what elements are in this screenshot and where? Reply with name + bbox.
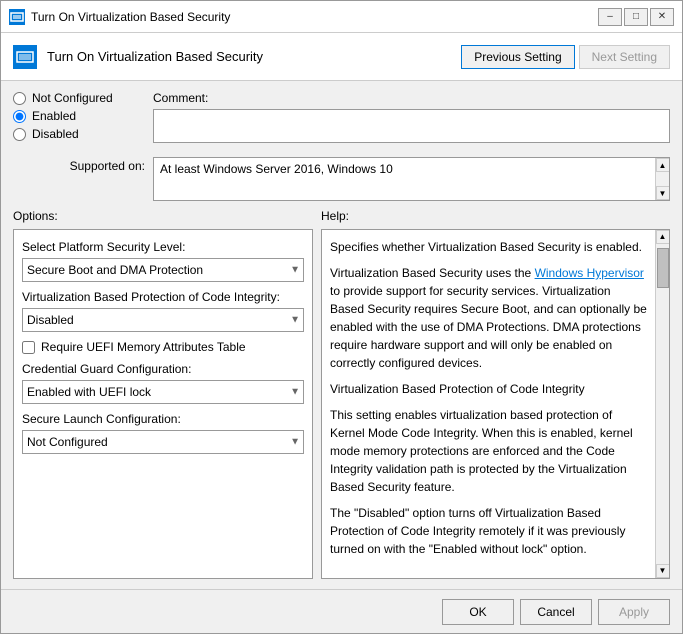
- help-para-2: Virtualization Based Security uses the W…: [330, 264, 647, 372]
- supported-on-value: At least Windows Server 2016, Windows 10: [160, 162, 663, 176]
- radio-enabled[interactable]: Enabled: [13, 109, 153, 123]
- two-column-section: Options: Select Platform Security Level:…: [13, 209, 670, 579]
- vbs-dropdown-container: Disabled Enabled without lock Enabled wi…: [22, 308, 304, 332]
- help-para-4: This setting enables virtualization base…: [330, 406, 647, 496]
- window-controls: – □ ✕: [598, 8, 674, 26]
- header-icon: [13, 45, 37, 69]
- help-para-1: Specifies whether Virtualization Based S…: [330, 238, 647, 256]
- hypervisor-link: Windows Hypervisor: [535, 266, 644, 280]
- help-para-6: The "Enabled with UEFI lock" option ensu…: [330, 566, 647, 570]
- credential-group: Credential Guard Configuration: Enabled …: [22, 362, 304, 404]
- comment-section: Comment:: [153, 91, 670, 143]
- help-text: Specifies whether Virtualization Based S…: [330, 238, 661, 570]
- options-panel: Options: Select Platform Security Level:…: [13, 209, 313, 579]
- platform-dropdown[interactable]: Secure Boot and DMA Protection Secure Bo…: [22, 258, 304, 282]
- secure-launch-dropdown-container: Not Configured Enabled Disabled ▼: [22, 430, 304, 454]
- nav-buttons: Previous Setting Next Setting: [461, 45, 670, 69]
- uefi-checkbox-label: Require UEFI Memory Attributes Table: [41, 340, 246, 354]
- previous-setting-button[interactable]: Previous Setting: [461, 45, 574, 69]
- help-scroll-thumb[interactable]: [657, 248, 669, 288]
- help-box: Specifies whether Virtualization Based S…: [321, 229, 670, 579]
- header-title: Turn On Virtualization Based Security: [47, 49, 461, 64]
- window-title: Turn On Virtualization Based Security: [31, 10, 598, 24]
- title-bar: Turn On Virtualization Based Security – …: [1, 1, 682, 33]
- secure-launch-label: Secure Launch Configuration:: [22, 412, 304, 426]
- help-panel: Help: Specifies whether Virtualization B…: [321, 209, 670, 579]
- credential-label: Credential Guard Configuration:: [22, 362, 304, 376]
- comment-textarea[interactable]: [153, 109, 670, 143]
- radio-enabled-input[interactable]: [13, 110, 26, 123]
- help-scroll-up-button[interactable]: ▲: [656, 230, 670, 244]
- maximize-button[interactable]: □: [624, 8, 648, 26]
- help-header: Help:: [321, 209, 670, 223]
- comment-label: Comment:: [153, 91, 670, 105]
- secure-launch-dropdown[interactable]: Not Configured Enabled Disabled: [22, 430, 304, 454]
- minimize-button[interactable]: –: [598, 8, 622, 26]
- scroll-up-button[interactable]: ▲: [656, 158, 670, 172]
- platform-label: Select Platform Security Level:: [22, 240, 304, 254]
- vbs-group: Virtualization Based Protection of Code …: [22, 290, 304, 332]
- vbs-dropdown[interactable]: Disabled Enabled without lock Enabled wi…: [22, 308, 304, 332]
- cancel-button[interactable]: Cancel: [520, 599, 592, 625]
- ok-button[interactable]: OK: [442, 599, 514, 625]
- uefi-checkbox-row[interactable]: Require UEFI Memory Attributes Table: [22, 340, 304, 354]
- platform-group: Select Platform Security Level: Secure B…: [22, 240, 304, 282]
- radio-disabled-input[interactable]: [13, 128, 26, 141]
- dialog-header: Turn On Virtualization Based Security Pr…: [1, 33, 682, 81]
- next-setting-button[interactable]: Next Setting: [579, 45, 670, 69]
- window-icon: [9, 9, 25, 25]
- credential-dropdown-container: Enabled with UEFI lock Disabled Enabled …: [22, 380, 304, 404]
- radio-disabled[interactable]: Disabled: [13, 127, 153, 141]
- radio-comment-section: Not Configured Enabled Disabled Comment:: [13, 91, 670, 143]
- secure-launch-group: Secure Launch Configuration: Not Configu…: [22, 412, 304, 454]
- options-box: Select Platform Security Level: Secure B…: [13, 229, 313, 579]
- uefi-checkbox-input[interactable]: [22, 341, 35, 354]
- help-para-3: Virtualization Based Protection of Code …: [330, 380, 647, 398]
- supported-on-label: Supported on:: [13, 157, 153, 173]
- radio-not-configured[interactable]: Not Configured: [13, 91, 153, 105]
- credential-dropdown[interactable]: Enabled with UEFI lock Disabled Enabled …: [22, 380, 304, 404]
- radio-group: Not Configured Enabled Disabled: [13, 91, 153, 141]
- radio-not-configured-input[interactable]: [13, 92, 26, 105]
- main-content: Not Configured Enabled Disabled Comment:…: [1, 81, 682, 589]
- close-button[interactable]: ✕: [650, 8, 674, 26]
- vbs-label: Virtualization Based Protection of Code …: [22, 290, 304, 304]
- supported-on-box: At least Windows Server 2016, Windows 10…: [153, 157, 670, 201]
- main-window: Turn On Virtualization Based Security – …: [0, 0, 683, 634]
- help-scrollbar: ▲ ▼: [655, 230, 669, 578]
- footer: OK Cancel Apply: [1, 589, 682, 633]
- help-para-5: The "Disabled" option turns off Virtuali…: [330, 504, 647, 558]
- options-header: Options:: [13, 209, 313, 223]
- scroll-down-button[interactable]: ▼: [656, 186, 670, 200]
- apply-button[interactable]: Apply: [598, 599, 670, 625]
- platform-dropdown-container: Secure Boot and DMA Protection Secure Bo…: [22, 258, 304, 282]
- help-scroll-down-button[interactable]: ▼: [656, 564, 670, 578]
- supported-on-row: Supported on: At least Windows Server 20…: [13, 157, 670, 201]
